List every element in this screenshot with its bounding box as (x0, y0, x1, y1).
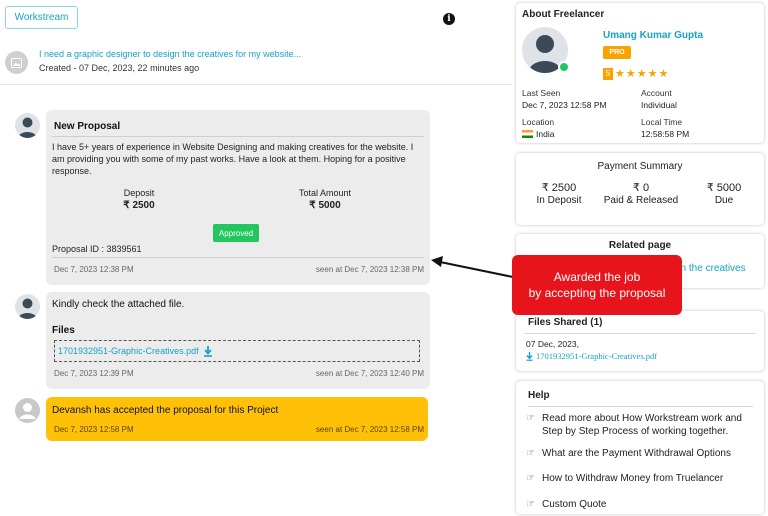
due-amount: ₹ 5000 (706, 182, 742, 194)
divider (528, 406, 753, 407)
total-amount-value: ₹ 5000 (309, 200, 341, 211)
seen-status: seen at Dec 7, 2023 12:38 PM (315, 265, 424, 274)
accepted-meta: Dec 7, 2023 12:58 PM seen at Dec 7, 2023… (54, 425, 424, 434)
location-label: Location (522, 117, 555, 127)
info-icon[interactable]: i (443, 13, 455, 25)
proposal-meta: Dec 7, 2023 12:38 PM seen at Dec 7, 2023… (54, 265, 424, 274)
files-shared-title: Files Shared (1) (528, 317, 603, 328)
online-status-dot (558, 61, 570, 73)
help-item-custom-quote[interactable]: ☞ Custom Quote (526, 498, 760, 511)
proposal-title: New Proposal (54, 121, 121, 132)
file-attachment[interactable]: 1701932951-Graphic-Creatives.pdf (54, 340, 420, 362)
rating: 5 ★★★★★ (603, 67, 669, 80)
due-caption: Due (714, 195, 734, 206)
workstream-panel: Workstream i I need a graphic designer t… (0, 0, 512, 516)
shared-file[interactable]: 1701932951-Graphic-Creatives.pdf (526, 351, 657, 361)
total-amount-label: Total Amount (298, 188, 352, 198)
help-card: Help ☞ Read more about How Workstream wor… (516, 381, 764, 514)
paid-amount: ₹ 0 (632, 182, 650, 194)
callout-line: by accepting the proposal (528, 286, 666, 300)
freelancer-avatar (15, 113, 40, 138)
related-title: Related page (608, 240, 672, 251)
divider (524, 333, 756, 334)
freelancer-name-link[interactable]: Umang Kumar Gupta (603, 30, 703, 41)
message-time: Dec 7, 2023 12:38 PM (54, 265, 134, 274)
approved-badge: Approved (213, 224, 259, 242)
pointing-hand-icon: ☞ (526, 448, 535, 459)
message-text: Kindly check the attached file. (52, 299, 185, 310)
divider (52, 136, 424, 137)
help-item-withdraw-money[interactable]: ☞ How to Withdraw Money from Truelancer (526, 472, 760, 485)
pointing-hand-icon: ☞ (526, 413, 535, 424)
seen-status: seen at Dec 7, 2023 12:40 PM (315, 369, 424, 378)
file-link[interactable]: 1701932951-Graphic-Creatives.pdf (58, 346, 199, 356)
paid-caption: Paid & Released (603, 195, 679, 206)
help-link[interactable]: What are the Payment Withdrawal Options (542, 447, 731, 460)
help-link[interactable]: Custom Quote (542, 498, 606, 511)
download-icon[interactable] (203, 345, 213, 357)
payment-summary-card: Payment Summary ₹ 2500 In Deposit ₹ 0 Pa… (516, 153, 764, 225)
freelancer-avatar (15, 294, 40, 319)
files-message: Kindly check the attached file. Files 17… (46, 292, 430, 389)
rating-value: 5 (603, 67, 613, 80)
section-title: About Freelancer (522, 9, 605, 20)
help-link[interactable]: Read more about How Workstream work and … (542, 412, 760, 438)
image-placeholder-icon (5, 51, 28, 74)
annotation-callout: Awarded the job by accepting the proposa… (512, 255, 682, 315)
rating-stars: ★★★★★ (615, 68, 670, 80)
header-divider (0, 84, 512, 85)
files-shared-card: Files Shared (1) 07 Dec, 2023, 170193295… (516, 311, 764, 371)
help-item-withdrawal-options[interactable]: ☞ What are the Payment Withdrawal Options (526, 447, 760, 460)
related-page-link[interactable]: gn the creatives (675, 263, 746, 274)
pro-badge: PRO (603, 46, 631, 59)
message-time: Dec 7, 2023 12:39 PM (54, 369, 134, 378)
proposal-message: New Proposal I have 5+ years of experien… (46, 110, 430, 285)
accepted-message: Devansh has accepted the proposal for th… (46, 397, 428, 441)
project-created: Created - 07 Dec, 2023, 22 minutes ago (39, 63, 200, 73)
account-label: Account (641, 88, 672, 98)
help-title: Help (528, 390, 550, 401)
proposal-id: Proposal ID : 3839561 (52, 244, 142, 254)
account-value: Individual (641, 100, 677, 110)
workstream-button[interactable]: Workstream (5, 6, 78, 29)
deposit-caption: In Deposit (536, 195, 582, 206)
about-freelancer-card: About Freelancer Umang Kumar Gupta PRO 5… (516, 3, 764, 143)
last-seen-label: Last Seen (522, 88, 561, 98)
seen-status: seen at Dec 7, 2023 12:58 PM (315, 425, 424, 434)
shared-file-link[interactable]: 1701932951-Graphic-Creatives.pdf (536, 351, 657, 361)
pointing-hand-icon: ☞ (526, 499, 535, 510)
local-time-value: 12:58:58 PM (641, 129, 690, 139)
divider (52, 257, 424, 258)
location-value: India (536, 129, 555, 139)
callout-line: Awarded the job (553, 270, 641, 284)
message-text: Devansh has accepted the proposal for th… (52, 405, 279, 416)
payment-title: Payment Summary (597, 161, 683, 172)
proposal-body: I have 5+ years of experience in Website… (52, 142, 414, 176)
help-item-workstream[interactable]: ☞ Read more about How Workstream work and… (526, 412, 760, 438)
help-link[interactable]: How to Withdraw Money from Truelancer (542, 472, 723, 485)
files-meta: Dec 7, 2023 12:39 PM seen at Dec 7, 2023… (54, 369, 424, 378)
deposit-label: Deposit (123, 188, 155, 198)
files-label: Files (52, 325, 75, 336)
location: India (522, 129, 554, 139)
india-flag-icon (522, 130, 533, 138)
deposit-value: ₹ 2500 (123, 200, 155, 211)
last-seen-value: Dec 7, 2023 12:58 PM (522, 100, 607, 110)
client-avatar (15, 398, 40, 423)
local-time-label: Local Time (641, 117, 683, 127)
message-time: Dec 7, 2023 12:58 PM (54, 425, 134, 434)
file-date: 07 Dec, 2023, (526, 339, 579, 349)
project-title-link[interactable]: I need a graphic designer to design the … (39, 49, 301, 59)
pointing-hand-icon: ☞ (526, 473, 535, 484)
deposit-amount: ₹ 2500 (541, 182, 577, 194)
download-icon[interactable] (526, 351, 533, 361)
